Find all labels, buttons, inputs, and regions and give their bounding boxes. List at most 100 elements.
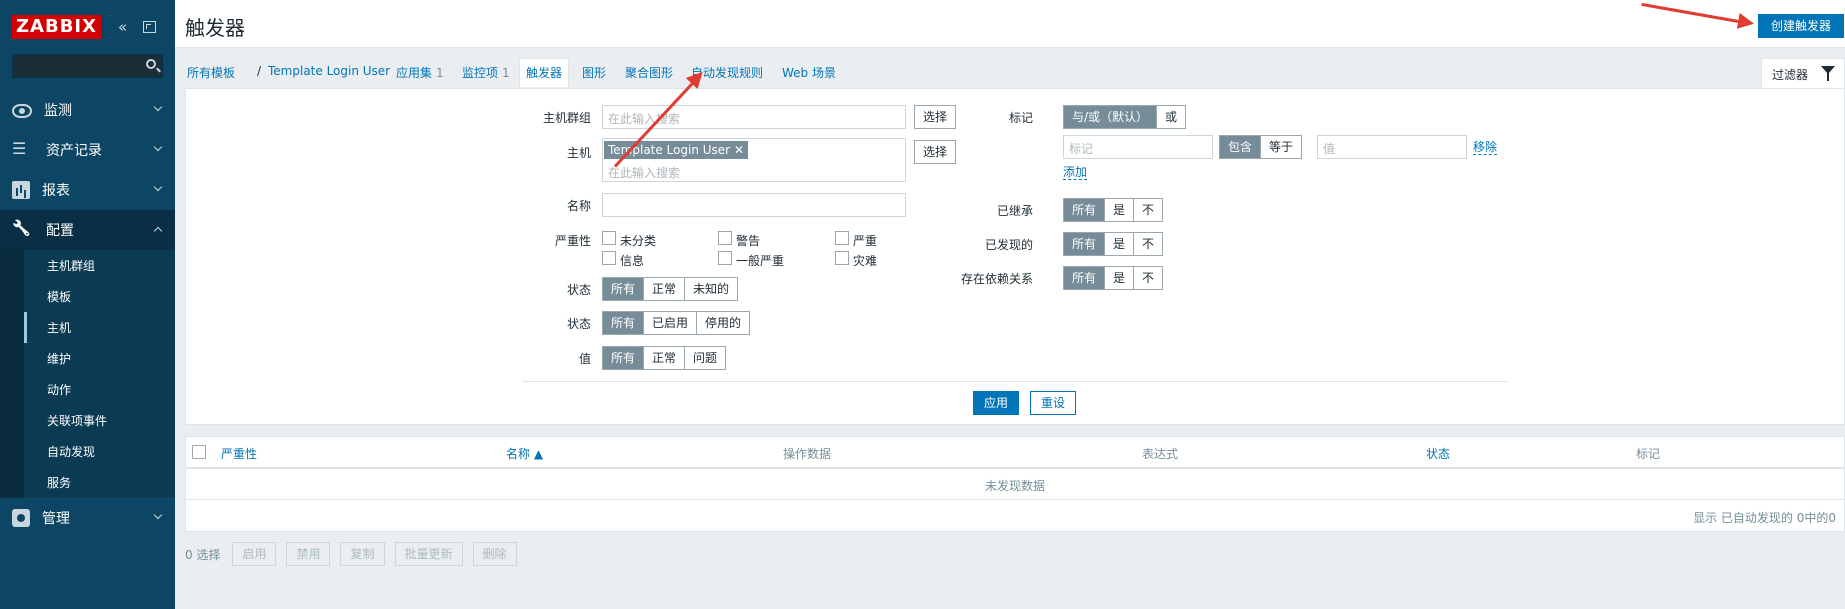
chevron-down-icon (153, 102, 163, 112)
host-groups-select-button[interactable]: 选择 (914, 105, 957, 129)
menu-item-monitoring[interactable]: 监测 (0, 90, 175, 130)
submenu-item-host-groups[interactable]: 主机群组 (0, 250, 175, 281)
tab-applications[interactable]: 应用集 1 (396, 64, 444, 81)
column-header-name[interactable]: 名称 ▲ (506, 445, 543, 462)
host-search-placeholder: 在此输入搜索 (608, 166, 681, 180)
logo-row: ZABBIX « (0, 0, 175, 54)
submenu-item-templates[interactable]: 模板 (0, 281, 175, 312)
breadcrumb-template[interactable]: Template Login User (268, 64, 390, 78)
submenu-item-services[interactable]: 服务 (0, 467, 175, 498)
severity-not-classified-checkbox[interactable] (602, 231, 616, 245)
apply-button[interactable]: 应用 (973, 391, 1020, 415)
breadcrumb-all-templates[interactable]: 所有模板 (187, 64, 235, 81)
dependencies-option-no[interactable]: 不 (1133, 267, 1163, 289)
name-input[interactable] (602, 193, 906, 217)
submenu-item-discovery[interactable]: 自动发现 (0, 436, 175, 467)
chevron-up-icon (153, 226, 163, 236)
tab-web-scenarios[interactable]: Web 场景 (782, 64, 836, 81)
filter-tab[interactable]: 过滤器 (1761, 58, 1845, 88)
collapse-sidebar-icon[interactable]: « (118, 18, 127, 36)
copy-button[interactable]: 复制 (340, 542, 385, 566)
severity-average-checkbox[interactable] (718, 251, 732, 265)
discovered-option-yes[interactable]: 是 (1104, 233, 1134, 255)
select-all-checkbox[interactable] (192, 445, 206, 459)
inherited-option-all[interactable]: 所有 (1064, 199, 1105, 221)
state-option-unknown[interactable]: 未知的 (684, 278, 738, 300)
host-select-button[interactable]: 选择 (914, 140, 957, 164)
chevron-down-icon (153, 142, 163, 152)
menu-label: 资产记录 (46, 143, 102, 159)
tag-op-equals[interactable]: 等于 (1260, 136, 1302, 158)
inherited-option-yes[interactable]: 是 (1104, 199, 1134, 221)
severity-option-label: 信息 (620, 254, 645, 268)
triggers-table: 严重性 名称 ▲ 操作数据 表达式 状态 标记 未发现数据 显示 已自动发现的 … (185, 436, 1845, 532)
menu-item-inventory[interactable]: 资产记录 (0, 130, 175, 170)
status-radio-group: 所有 已启用 停用的 (602, 311, 751, 335)
tab-items[interactable]: 监控项 1 (462, 64, 510, 81)
value-option-problem[interactable]: 问题 (684, 347, 726, 369)
severity-information-checkbox[interactable] (602, 251, 616, 265)
tag-op-contains[interactable]: 包含 (1220, 136, 1261, 158)
menu-label: 监测 (44, 103, 72, 119)
dependencies-option-all[interactable]: 所有 (1064, 267, 1105, 289)
header-divider (186, 467, 1844, 469)
column-header-severity[interactable]: 严重性 (221, 445, 257, 462)
status-option-all[interactable]: 所有 (603, 312, 644, 334)
menu-item-reports[interactable]: 报表 (0, 170, 175, 210)
menu-item-administration[interactable]: 管理 (0, 498, 175, 538)
tab-label: 监控项 (462, 66, 499, 80)
inherited-label: 已继承 (996, 204, 1033, 218)
menu-item-configuration[interactable]: 配置 (0, 210, 175, 250)
sidebar-search-input[interactable] (12, 54, 163, 78)
inherited-option-no[interactable]: 不 (1133, 199, 1163, 221)
severity-warning-checkbox[interactable] (718, 231, 732, 245)
submenu-item-hosts[interactable]: 主机 (0, 312, 175, 343)
delete-button[interactable]: 删除 (472, 542, 517, 566)
discovered-option-all[interactable]: 所有 (1064, 233, 1105, 255)
kiosk-mode-icon[interactable] (143, 21, 156, 33)
tag-value-input[interactable]: 值 (1317, 135, 1467, 159)
value-option-ok[interactable]: 正常 (643, 347, 685, 369)
state-option-normal[interactable]: 正常 (643, 278, 685, 300)
dependencies-label: 存在依赖关系 (960, 272, 1033, 286)
tags-mode-or[interactable]: 或 (1156, 106, 1186, 128)
severity-disaster-checkbox[interactable] (835, 251, 849, 265)
no-data-message: 未发现数据 (984, 479, 1045, 493)
dependencies-option-yes[interactable]: 是 (1104, 267, 1134, 289)
severity-option-label: 一般严重 (736, 254, 785, 268)
page-header: 触发器 创建触发器 (175, 0, 1845, 48)
close-icon[interactable]: ✕ (734, 143, 744, 157)
chevron-down-icon (153, 182, 163, 192)
disable-button[interactable]: 禁用 (286, 542, 331, 566)
tab-triggers[interactable]: 触发器 (519, 58, 570, 87)
search-icon[interactable] (146, 59, 156, 69)
main-menu: 监测 资产记录 报表 配置 主机群组 模板 主机 维护 动作 关联项事件 自动发… (0, 90, 175, 538)
host-groups-input[interactable]: 在此输入搜索 (602, 105, 906, 129)
state-option-all[interactable]: 所有 (603, 278, 644, 300)
discovered-option-no[interactable]: 不 (1133, 233, 1163, 255)
filter-panel: 主机群组 在此输入搜索 选择 主机 Template Login User ✕ … (185, 88, 1845, 425)
tag-remove-link[interactable]: 移除 (1473, 140, 1498, 155)
tag-name-input[interactable]: 标记 (1063, 135, 1213, 159)
tags-mode-and-or[interactable]: 与/或（默认） (1064, 106, 1157, 128)
status-option-enabled[interactable]: 已启用 (643, 312, 697, 334)
severity-high-checkbox[interactable] (835, 231, 849, 245)
enable-button[interactable]: 启用 (232, 542, 277, 566)
submenu-item-actions[interactable]: 动作 (0, 374, 175, 405)
column-header-status[interactable]: 状态 (1426, 445, 1450, 462)
submenu-item-event-correlation[interactable]: 关联项事件 (0, 405, 175, 436)
tab-screens[interactable]: 聚合图形 (625, 64, 673, 81)
gear-icon (12, 509, 30, 527)
tab-graphs[interactable]: 图形 (582, 64, 606, 81)
tag-add-link[interactable]: 添加 (1063, 165, 1088, 180)
reset-button[interactable]: 重设 (1030, 391, 1077, 415)
discovered-label: 已发现的 (984, 238, 1033, 252)
status-option-disabled[interactable]: 停用的 (696, 312, 750, 334)
submenu-item-maintenance[interactable]: 维护 (0, 343, 175, 374)
create-trigger-button[interactable]: 创建触发器 (1758, 14, 1845, 38)
mass-update-button[interactable]: 批量更新 (394, 542, 463, 566)
value-option-all[interactable]: 所有 (603, 347, 644, 369)
filter-divider (522, 381, 1507, 382)
name-label: 名称 (566, 199, 591, 213)
zabbix-logo[interactable]: ZABBIX (12, 15, 101, 39)
